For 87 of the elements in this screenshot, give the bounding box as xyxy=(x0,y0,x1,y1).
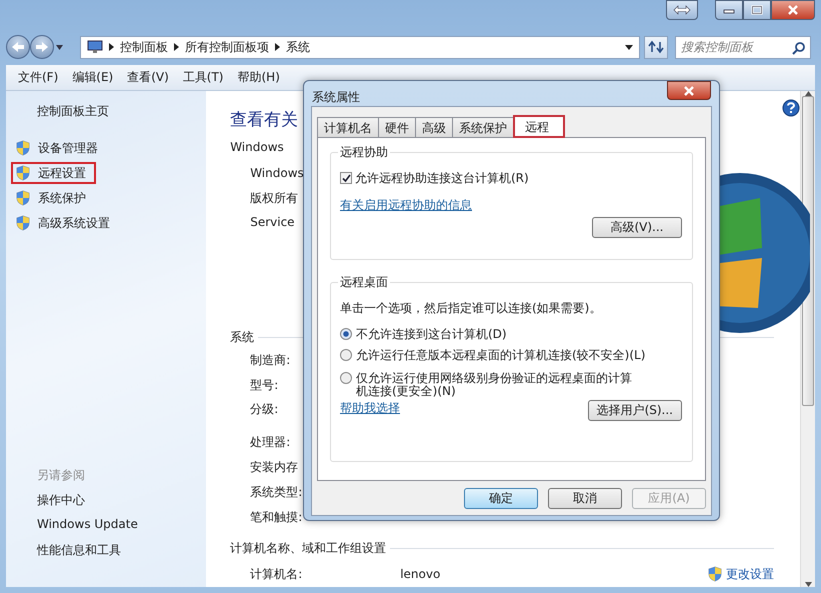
up-arrow-icon[interactable] xyxy=(804,91,812,96)
maximize-icon xyxy=(751,5,763,15)
page-heading: 查看有关 xyxy=(230,109,298,132)
forward-button[interactable] xyxy=(30,35,54,59)
tab[interactable]: 计算机名 xyxy=(317,117,379,137)
search-icon xyxy=(792,40,806,54)
shield-icon xyxy=(15,165,31,181)
refresh-button[interactable] xyxy=(644,36,668,58)
resize-button[interactable] xyxy=(666,0,698,20)
checkbox[interactable] xyxy=(340,172,352,184)
down-arrow-icon[interactable] xyxy=(804,582,812,587)
menu-item[interactable]: 帮助(H) xyxy=(238,69,280,86)
checkbox-label: 允许远程协助连接这台计算机(R) xyxy=(355,170,529,186)
right-arrow-icon xyxy=(35,41,49,53)
tab[interactable]: 远程 xyxy=(513,115,565,138)
info-label: 处理器: xyxy=(249,434,290,452)
info-label: 型号: xyxy=(249,376,278,394)
minimize-button[interactable] xyxy=(715,0,743,20)
chevron-icon xyxy=(174,43,179,51)
select-users-button[interactable]: 选择用户(S)... xyxy=(588,400,682,421)
breadcrumb-item[interactable]: 控制面板 xyxy=(120,38,168,56)
help-link[interactable]: 有关启用远程协助的信息 xyxy=(340,197,472,214)
search-field[interactable]: 搜索控制面板 xyxy=(675,36,811,58)
menu-item[interactable]: 文件(F) xyxy=(18,69,58,86)
info-label: Windows xyxy=(249,166,304,182)
info-label: 安装内存 xyxy=(249,459,298,476)
refresh-icon xyxy=(648,40,664,54)
sidebar-link[interactable]: 控制面板主页 xyxy=(6,103,206,123)
info-label: 版权所有 xyxy=(249,190,298,208)
sidebar-item[interactable]: 系统保护 xyxy=(11,187,96,209)
radio-button[interactable] xyxy=(340,349,352,361)
section-heading: 计算机名称、域和工作组设置 xyxy=(230,540,386,557)
address-bar[interactable]: 控制面板 所有控制面板项 系统 xyxy=(80,36,640,58)
tab[interactable]: 高级 xyxy=(415,117,453,137)
chevron-icon xyxy=(109,43,114,51)
change-settings-link[interactable]: 更改设置 xyxy=(707,566,774,583)
sidebar-item[interactable]: 远程设置 xyxy=(11,162,96,184)
close-button[interactable] xyxy=(771,0,815,20)
tab[interactable]: 系统保护 xyxy=(452,117,514,137)
breadcrumb-item[interactable]: 所有控制面板项 xyxy=(185,38,269,56)
double-arrow-icon xyxy=(673,5,691,15)
section-heading: 系统 xyxy=(230,328,254,346)
info-value: lenovo xyxy=(400,567,440,582)
instruction-text: 单击一个选项，然后指定谁可以连接(如果需要)。 xyxy=(340,300,602,317)
close-button[interactable] xyxy=(667,81,711,100)
radio-label: 仅允许运行使用网络级别身份验证的远程桌面的计算机连接(更安全)(N) xyxy=(356,372,633,398)
sidebar-item[interactable]: 高级系统设置 xyxy=(11,212,120,234)
tab[interactable]: 硬件 xyxy=(378,117,416,137)
dialog-button[interactable]: 确定 xyxy=(464,488,538,509)
section-heading: 另请参阅 xyxy=(36,467,86,484)
monitor-icon xyxy=(87,40,103,54)
shield-icon xyxy=(15,140,31,156)
advanced-button[interactable]: 高级(V)... xyxy=(592,217,682,238)
radio-label: 不允许连接到这台计算机(D) xyxy=(356,328,507,341)
breadcrumb-item[interactable]: 系统 xyxy=(286,38,310,56)
help-icon[interactable] xyxy=(782,99,800,117)
sidebar-item[interactable]: 设备管理器 xyxy=(11,137,108,159)
caret-icon[interactable] xyxy=(625,44,633,50)
radio-button[interactable] xyxy=(340,372,352,384)
menu-item[interactable]: 查看(V) xyxy=(127,69,169,86)
sidebar-link[interactable]: 操作中心 xyxy=(6,492,206,517)
shield-icon xyxy=(15,190,31,206)
radio-label: 允许运行任意版本远程桌面的计算机连接(较不安全)(L) xyxy=(356,349,646,362)
dialog-title: 系统属性 xyxy=(312,89,360,106)
maximize-button[interactable] xyxy=(743,0,771,20)
menu-item[interactable]: 工具(T) xyxy=(182,69,224,86)
info-label: 分级: xyxy=(249,401,278,418)
menu-item[interactable]: 编辑(E) xyxy=(72,69,114,86)
info-label: 计算机名: xyxy=(250,566,304,583)
section-heading: Windows xyxy=(230,140,284,156)
radio-button[interactable] xyxy=(340,328,352,340)
info-label: 笔和触摸: xyxy=(249,508,302,526)
left-arrow-icon xyxy=(11,41,25,53)
back-button[interactable] xyxy=(6,35,30,59)
chevron-icon xyxy=(275,43,280,51)
info-label: 系统类型: xyxy=(249,484,302,501)
close-icon xyxy=(683,86,695,96)
info-label: Service xyxy=(249,215,295,232)
sidebar-link[interactable]: 性能信息和工具 xyxy=(6,542,206,567)
close-icon xyxy=(787,5,799,15)
caret-icon xyxy=(56,44,63,50)
help-link[interactable]: 帮助我选择 xyxy=(340,400,400,417)
info-label: 制造商: xyxy=(249,352,290,369)
shield-icon xyxy=(707,566,724,582)
dialog-button[interactable]: 取消 xyxy=(548,488,622,509)
sidebar-link[interactable]: Windows Update xyxy=(6,517,206,542)
shield-icon xyxy=(15,215,31,231)
